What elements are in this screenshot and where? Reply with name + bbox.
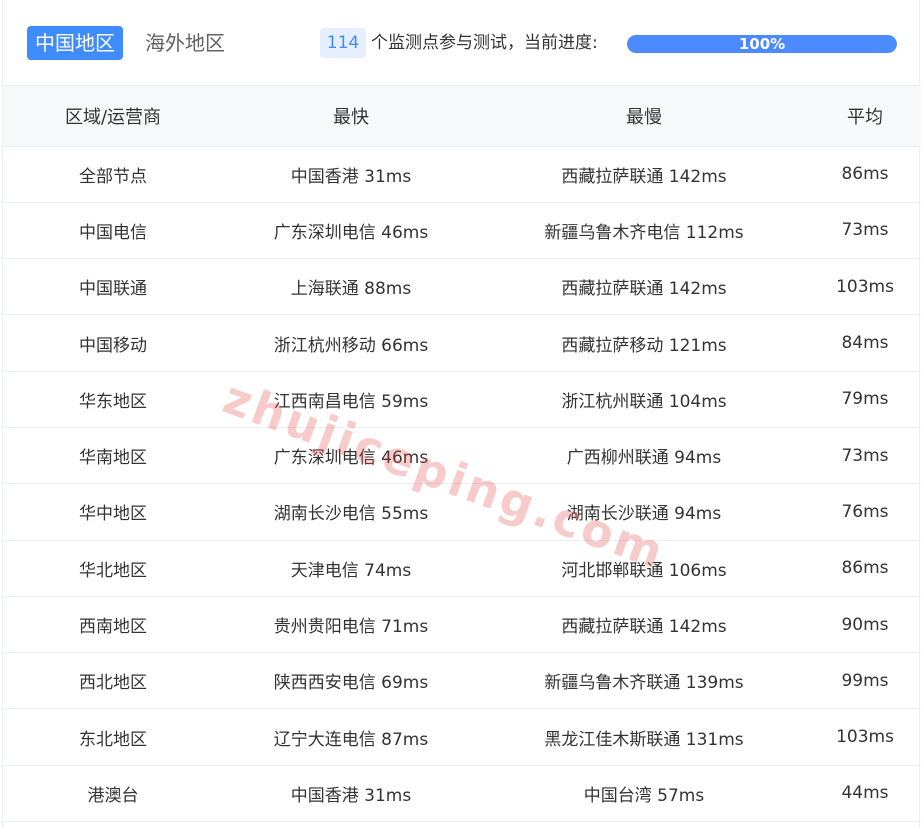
cell-fastest: 江西南昌电信 59ms: [223, 371, 479, 428]
cell-fastest: 广东深圳电信 46ms: [223, 202, 479, 260]
cell-region: 西南地区: [3, 596, 223, 654]
progress-label: 个监测点参与测试，当前进度:: [371, 33, 598, 53]
table-row: 中国电信 广东深圳电信 46ms 新疆乌鲁木齐电信 112ms 73ms: [3, 202, 921, 260]
cell-slowest: 西藏拉萨联通 142ms: [479, 258, 809, 316]
cell-region: 中国移动: [3, 314, 223, 372]
cell-average: 84ms: [809, 314, 921, 372]
cell-average: 76ms: [809, 483, 921, 541]
cell-average: 90ms: [809, 596, 921, 654]
cell-fastest: 中国香港 31ms: [223, 146, 479, 203]
table-row: 华南地区 广东深圳电信 46ms 广西柳州联通 94ms 73ms: [3, 427, 921, 485]
region-toolbar: 中国地区 海外地区 114 个监测点参与测试，当前进度: 100%: [3, 0, 921, 86]
cell-average: 73ms: [809, 202, 921, 260]
header-fastest: 最快: [223, 86, 479, 147]
cell-fastest: 贵州贵阳电信 71ms: [223, 596, 479, 654]
cell-region: 华南地区: [3, 427, 223, 485]
latency-table: 区域/运营商 最快 最慢 平均 全部节点 中国香港 31ms 西藏拉萨联通 142m…: [3, 86, 921, 823]
cell-fastest: 上海联通 88ms: [223, 258, 479, 316]
cell-average: 99ms: [809, 652, 921, 710]
table-row: 华中地区 湖南长沙电信 55ms 湖南长沙联通 94ms 76ms: [3, 483, 921, 541]
cell-average: 73ms: [809, 427, 921, 485]
cell-region: 东北地区: [3, 708, 223, 766]
cell-region: 西北地区: [3, 652, 223, 710]
progress-bar: 100%: [627, 35, 897, 53]
table-row: 东北地区 辽宁大连电信 87ms 黑龙江佳木斯联通 131ms 103ms: [3, 708, 921, 766]
table-row: 西南地区 贵州贵阳电信 71ms 西藏拉萨联通 142ms 90ms: [3, 596, 921, 654]
cell-fastest: 天津电信 74ms: [223, 540, 479, 597]
table-row: 华东地区 江西南昌电信 59ms 浙江杭州联通 104ms 79ms: [3, 371, 921, 428]
cell-slowest: 西藏拉萨移动 121ms: [479, 314, 809, 372]
table-row: 中国移动 浙江杭州移动 66ms 西藏拉萨移动 121ms 84ms: [3, 314, 921, 372]
cell-slowest: 广西柳州联通 94ms: [479, 427, 809, 485]
tab-overseas-region[interactable]: 海外地区: [137, 26, 233, 60]
cell-region: 全部节点: [3, 146, 223, 203]
header-average: 平均: [809, 86, 921, 147]
table-row: 西北地区 陕西西安电信 69ms 新疆乌鲁木齐联通 139ms 99ms: [3, 652, 921, 710]
cell-fastest: 中国香港 31ms: [223, 765, 479, 823]
cell-region: 华中地区: [3, 483, 223, 541]
cell-region: 中国联通: [3, 258, 223, 316]
cell-region: 港澳台: [3, 765, 223, 823]
cell-average: 103ms: [809, 258, 921, 316]
cell-slowest: 西藏拉萨联通 142ms: [479, 596, 809, 654]
cell-fastest: 浙江杭州移动 66ms: [223, 314, 479, 372]
cell-slowest: 黑龙江佳木斯联通 131ms: [479, 708, 809, 766]
table-row: 港澳台 中国香港 31ms 中国台湾 57ms 44ms: [3, 765, 921, 823]
cell-slowest: 河北邯郸联通 106ms: [479, 540, 809, 597]
cell-average: 44ms: [809, 765, 921, 823]
cell-region: 华东地区: [3, 371, 223, 428]
progress-bar-fill: 100%: [627, 35, 897, 53]
cell-fastest: 辽宁大连电信 87ms: [223, 708, 479, 766]
table-body: 全部节点 中国香港 31ms 西藏拉萨联通 142ms 86ms 中国电信 广东深圳电信 …: [3, 146, 921, 823]
cell-fastest: 陕西西安电信 69ms: [223, 652, 479, 710]
cell-fastest: 广东深圳电信 46ms: [223, 427, 479, 485]
cell-fastest: 湖南长沙电信 55ms: [223, 483, 479, 541]
cell-slowest: 新疆乌鲁木齐联通 139ms: [479, 652, 809, 710]
cell-average: 79ms: [809, 371, 921, 428]
table-row: 华北地区 天津电信 74ms 河北邯郸联通 106ms 86ms: [3, 540, 921, 597]
cell-average: 86ms: [809, 540, 921, 597]
cell-slowest: 浙江杭州联通 104ms: [479, 371, 809, 428]
tab-china-region[interactable]: 中国地区: [27, 26, 123, 60]
cell-slowest: 湖南长沙联通 94ms: [479, 483, 809, 541]
table-row: 全部节点 中国香港 31ms 西藏拉萨联通 142ms 86ms: [3, 146, 921, 203]
cell-average: 86ms: [809, 146, 921, 203]
monitor-count-badge: 114: [320, 28, 366, 58]
header-region-isp: 区域/运营商: [3, 86, 223, 147]
table-header-row: 区域/运营商 最快 最慢 平均: [3, 86, 921, 147]
table-row: 中国联通 上海联通 88ms 西藏拉萨联通 142ms 103ms: [3, 258, 921, 316]
ping-result-panel: 中国地区 海外地区 114 个监测点参与测试，当前进度: 100% 区域/运营商…: [2, 0, 921, 828]
cell-slowest: 新疆乌鲁木齐电信 112ms: [479, 202, 809, 260]
cell-region: 华北地区: [3, 540, 223, 597]
cell-average: 103ms: [809, 708, 921, 766]
cell-slowest: 西藏拉萨联通 142ms: [479, 146, 809, 203]
header-slowest: 最慢: [479, 86, 809, 147]
cell-region: 中国电信: [3, 202, 223, 260]
cell-slowest: 中国台湾 57ms: [479, 765, 809, 823]
